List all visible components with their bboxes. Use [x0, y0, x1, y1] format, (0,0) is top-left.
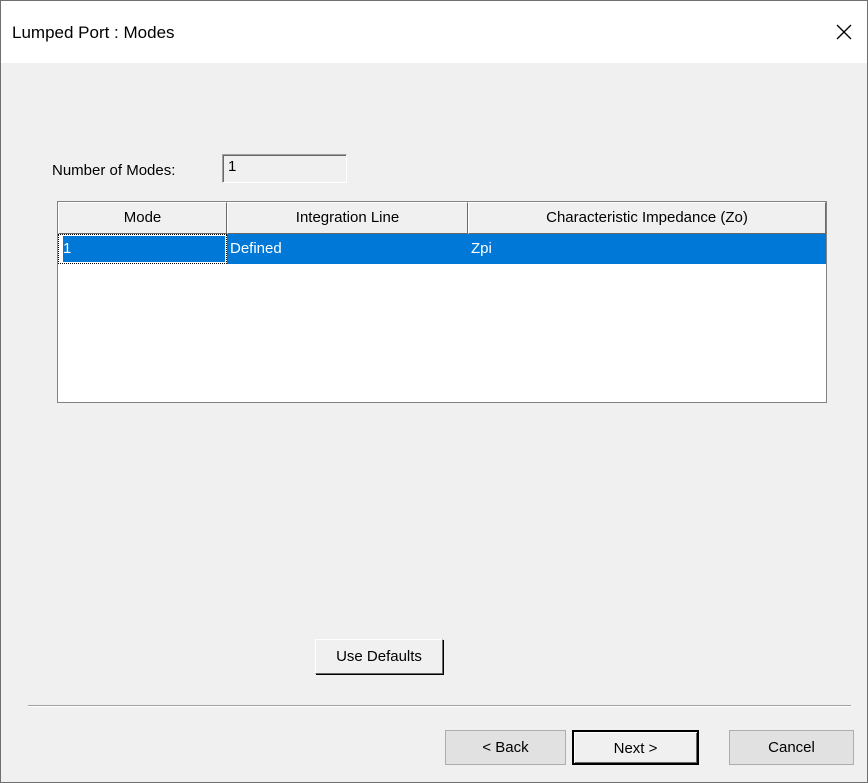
table-header: Mode Integration Line Characteristic Imp… [58, 202, 826, 234]
title-bar: Lumped Port : Modes [1, 1, 867, 63]
cell-mode[interactable]: 1 [58, 234, 227, 264]
column-header-impedance[interactable]: Characteristic Impedance (Zo) [468, 202, 826, 234]
number-of-modes-field[interactable]: 1 [222, 154, 347, 183]
cell-integration-line[interactable]: Defined [227, 234, 468, 264]
close-button[interactable] [821, 1, 867, 63]
cell-impedance[interactable]: Zpi [468, 234, 826, 264]
close-icon [836, 24, 852, 40]
lumped-port-modes-dialog: Lumped Port : Modes Number of Modes: 1 M… [0, 0, 868, 783]
next-button[interactable]: Next > [572, 730, 699, 765]
cell-mode-value: 1 [63, 236, 225, 262]
use-defaults-button[interactable]: Use Defaults [315, 639, 443, 674]
column-header-integration-line[interactable]: Integration Line [227, 202, 468, 234]
separator [28, 705, 851, 707]
modes-table: Mode Integration Line Characteristic Imp… [57, 201, 827, 403]
dialog-title: Lumped Port : Modes [12, 23, 175, 42]
column-header-mode[interactable]: Mode [58, 202, 227, 234]
number-of-modes-label: Number of Modes: [52, 162, 176, 179]
back-button[interactable]: < Back [445, 730, 566, 765]
cancel-button[interactable]: Cancel [729, 730, 854, 765]
table-row[interactable]: 1 Defined Zpi [58, 234, 826, 264]
